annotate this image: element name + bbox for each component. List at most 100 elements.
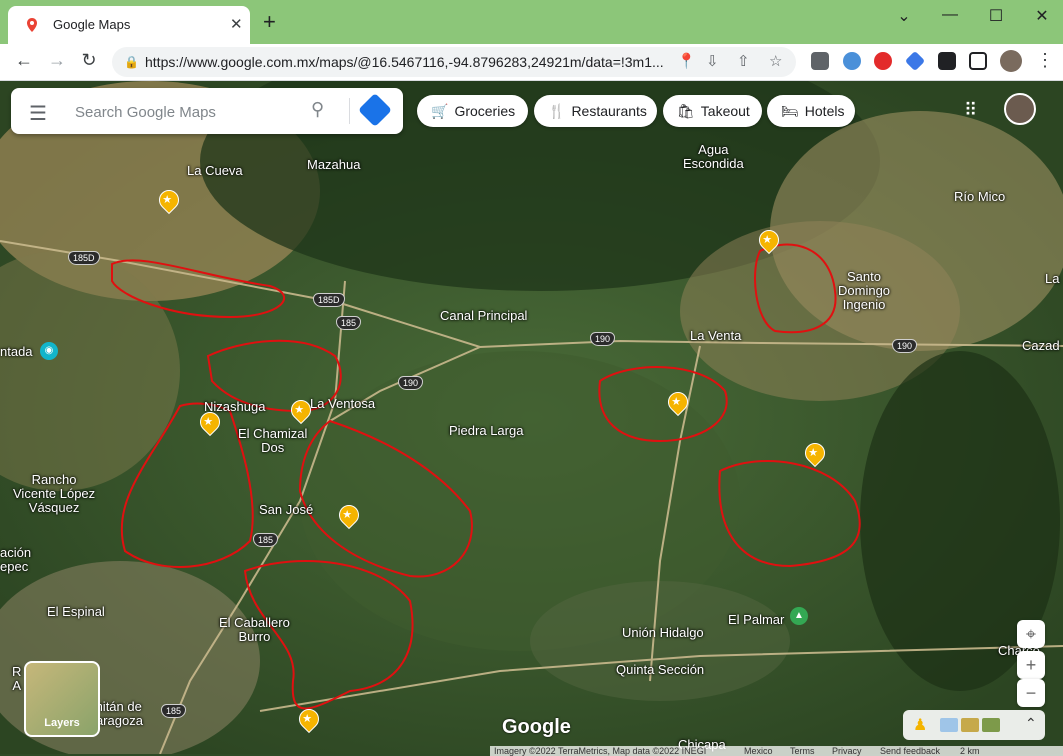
place-label-ntada[interactable]: ntada — [0, 345, 33, 359]
imagery-thumb-icon[interactable] — [940, 718, 958, 732]
satellite-map[interactable] — [0, 81, 1063, 754]
place-label-cazad[interactable]: Cazad — [1022, 339, 1060, 353]
search-input[interactable] — [73, 98, 307, 126]
imagery-thumb-icon[interactable] — [961, 718, 979, 732]
place-label-la-ventosa[interactable]: La Ventosa — [310, 397, 375, 411]
kebab-menu-icon[interactable]: ⋮ — [1036, 50, 1054, 71]
place-label-canal-principal[interactable]: Canal Principal — [440, 309, 527, 323]
place-label-san-jose[interactable]: San José — [259, 503, 313, 517]
browser-title-bar: Google Maps ✕ + ⌄ — ☐ ✕ — [0, 0, 1063, 44]
tab-close-icon[interactable]: ✕ — [230, 15, 243, 33]
cloud-extension-icon[interactable] — [843, 52, 861, 70]
google-maps-favicon-icon — [27, 18, 37, 32]
close-window-button[interactable]: ✕ — [1027, 6, 1057, 26]
chip-groceries[interactable]: 🛒 Groceries — [417, 95, 528, 127]
place-label-r-a[interactable]: R A — [12, 665, 21, 693]
place-label-mazahua[interactable]: Mazahua — [307, 158, 360, 172]
park-poi-icon[interactable]: ▲ — [790, 607, 808, 625]
new-tab-button[interactable]: + — [263, 9, 276, 35]
place-label-el-chamizal-dos[interactable]: El Chamizal Dos — [238, 427, 307, 455]
send-feedback-link[interactable]: Send feedback — [880, 746, 940, 756]
fork-knife-icon: 🍴 — [548, 102, 566, 119]
imagery-thumb-icon[interactable] — [982, 718, 1000, 732]
account-avatar[interactable] — [1004, 93, 1036, 125]
place-label-acion-epec[interactable]: ación epec — [0, 546, 31, 574]
place-label-la[interactable]: La — [1045, 272, 1059, 286]
highway-shield: 190 — [590, 332, 616, 346]
highway-shield: 185 — [336, 316, 362, 330]
search-icon[interactable]: ⚲ — [311, 99, 324, 120]
tab-title: Google Maps — [53, 17, 131, 32]
expand-chevron-icon[interactable]: ⌃ — [1025, 715, 1037, 732]
highway-shield: 185 — [253, 533, 279, 547]
place-label-el-espinal[interactable]: El Espinal — [47, 605, 105, 619]
zoom-in-button[interactable]: + — [1017, 651, 1045, 679]
browser-tab[interactable]: Google Maps ✕ — [8, 6, 250, 44]
place-label-la-venta[interactable]: La Venta — [690, 329, 741, 343]
map-imagery — [0, 81, 1063, 754]
reload-button[interactable]: ↻ — [76, 50, 102, 71]
place-label-santo-domingo[interactable]: Santo Domingo Ingenio — [838, 270, 890, 312]
scale-bar[interactable]: 2 km — [960, 746, 980, 756]
install-app-icon[interactable]: ⇩ — [706, 52, 719, 70]
zoom-out-button[interactable]: − — [1017, 679, 1045, 707]
chip-label: Groceries — [454, 103, 516, 119]
place-label-union-hidalgo[interactable]: Unión Hidalgo — [622, 626, 704, 640]
browser-toolbar: ← → ↻ 🔒 https://www.google.com.mx/maps/@… — [0, 44, 1063, 81]
bed-icon: 🛏 — [781, 102, 799, 119]
google-logo: Google — [502, 716, 571, 738]
tab-search-chevron-icon[interactable]: ⌄ — [889, 6, 919, 26]
url-text: https://www.google.com.mx/maps/@16.54671… — [145, 54, 664, 70]
place-label-rancho-vicente-lopez[interactable]: Rancho Vicente López Vásquez — [13, 473, 95, 515]
map-footer: Imagery ©2022 TerraMetrics, Map data ©20… — [490, 746, 1063, 756]
share-icon[interactable]: ⇧ — [737, 52, 750, 70]
highway-shield: 185D — [313, 293, 345, 307]
maximize-button[interactable]: ☐ — [981, 6, 1011, 26]
opera-extension-icon[interactable] — [874, 52, 892, 70]
location-pin-icon[interactable]: 📍 — [677, 52, 696, 70]
puzzle-extensions-icon[interactable] — [938, 52, 956, 70]
country-link[interactable]: Mexico — [744, 746, 773, 756]
bookmark-star-icon[interactable]: ☆ — [769, 52, 782, 70]
google-apps-grid-icon[interactable]: ⠿ — [964, 100, 977, 121]
chip-hotels[interactable]: 🛏 Hotels — [767, 95, 855, 127]
map-bottom-controls: ♟ ⌃ — [903, 710, 1045, 740]
lock-icon: 🔒 — [124, 55, 139, 69]
forward-button[interactable]: → — [44, 50, 70, 71]
my-location-button[interactable]: ⌖ — [1017, 620, 1045, 648]
search-box: ☰ ⚲ — [11, 88, 403, 134]
place-label-rio-mico[interactable]: Río Mico — [954, 190, 1005, 204]
layers-button[interactable]: Layers — [24, 661, 100, 737]
back-button[interactable]: ← — [11, 50, 37, 71]
highway-shield: 190 — [892, 339, 918, 353]
privacy-link[interactable]: Privacy — [832, 746, 862, 756]
highway-shield: 185 — [161, 704, 187, 718]
place-label-el-caballero-burro[interactable]: El Caballero Burro — [219, 616, 290, 644]
minimize-button[interactable]: — — [935, 6, 965, 24]
place-label-agua-escondida[interactable]: Agua Escondida — [683, 143, 744, 171]
terms-link[interactable]: Terms — [790, 746, 815, 756]
extension-icon[interactable] — [811, 52, 829, 70]
highway-shield: 190 — [398, 376, 424, 390]
place-label-quinta-seccion[interactable]: Quinta Sección — [616, 663, 704, 677]
gem-extension-icon[interactable] — [904, 50, 926, 72]
chip-label: Restaurants — [571, 103, 647, 119]
camera-poi-icon[interactable]: ◉ — [40, 342, 58, 360]
divider — [349, 98, 350, 124]
chip-label: Takeout — [700, 103, 750, 119]
place-label-la-cueva[interactable]: La Cueva — [187, 164, 243, 178]
cart-icon: 🛒 — [431, 102, 449, 119]
chip-restaurants[interactable]: 🍴 Restaurants — [534, 95, 657, 127]
profile-avatar[interactable] — [1000, 50, 1022, 72]
takeout-bag-icon: 🛍 — [677, 102, 695, 119]
pegman-icon[interactable]: ♟ — [913, 715, 927, 735]
hamburger-menu-icon[interactable]: ☰ — [29, 101, 47, 126]
place-label-el-palmar[interactable]: El Palmar — [728, 613, 784, 627]
place-label-piedra-larga[interactable]: Piedra Larga — [449, 424, 523, 438]
chip-label: Hotels — [804, 103, 845, 119]
address-bar[interactable]: 🔒 https://www.google.com.mx/maps/@16.546… — [112, 47, 796, 77]
side-panel-icon[interactable] — [969, 52, 987, 70]
chip-takeout[interactable]: 🛍 Takeout — [663, 95, 762, 127]
directions-icon[interactable] — [358, 93, 392, 127]
highway-shield: 185D — [68, 251, 100, 265]
